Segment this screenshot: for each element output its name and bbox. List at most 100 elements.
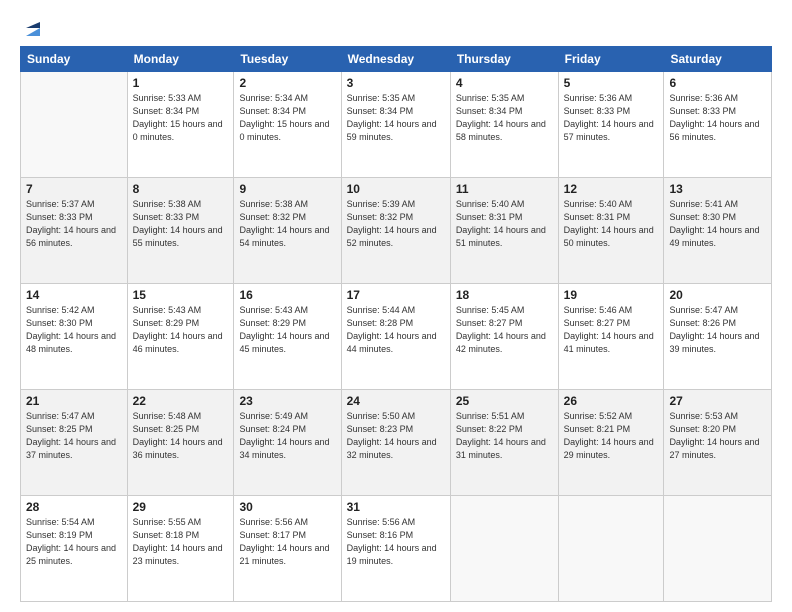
calendar-cell: 31 Sunrise: 5:56 AM Sunset: 8:16 PM Dayli…	[341, 496, 450, 602]
day-number: 6	[669, 76, 766, 90]
day-number: 4	[456, 76, 553, 90]
day-info: Sunrise: 5:39 AM Sunset: 8:32 PM Dayligh…	[347, 198, 445, 250]
day-info: Sunrise: 5:52 AM Sunset: 8:21 PM Dayligh…	[564, 410, 659, 462]
calendar-cell: 6 Sunrise: 5:36 AM Sunset: 8:33 PM Daylig…	[664, 72, 772, 178]
weekday-header-saturday: Saturday	[664, 47, 772, 72]
day-info: Sunrise: 5:56 AM Sunset: 8:16 PM Dayligh…	[347, 516, 445, 568]
day-number: 26	[564, 394, 659, 408]
week-row-4: 21 Sunrise: 5:47 AM Sunset: 8:25 PM Dayli…	[21, 390, 772, 496]
day-info: Sunrise: 5:43 AM Sunset: 8:29 PM Dayligh…	[133, 304, 229, 356]
day-number: 3	[347, 76, 445, 90]
week-row-1: 1 Sunrise: 5:33 AM Sunset: 8:34 PM Daylig…	[21, 72, 772, 178]
day-number: 31	[347, 500, 445, 514]
day-number: 22	[133, 394, 229, 408]
weekday-header-friday: Friday	[558, 47, 664, 72]
day-info: Sunrise: 5:47 AM Sunset: 8:26 PM Dayligh…	[669, 304, 766, 356]
weekday-header-tuesday: Tuesday	[234, 47, 341, 72]
day-number: 5	[564, 76, 659, 90]
calendar-cell	[664, 496, 772, 602]
weekday-header-wednesday: Wednesday	[341, 47, 450, 72]
day-number: 14	[26, 288, 122, 302]
day-number: 7	[26, 182, 122, 196]
calendar-cell: 27Sunrise: 5:53 AM Sunset: 8:20 PM Dayli…	[664, 390, 772, 496]
day-info: Sunrise: 5:45 AM Sunset: 8:27 PM Dayligh…	[456, 304, 553, 356]
calendar-cell: 4 Sunrise: 5:35 AM Sunset: 8:34 PM Daylig…	[450, 72, 558, 178]
day-info: Sunrise: 5:46 AM Sunset: 8:27 PM Dayligh…	[564, 304, 659, 356]
calendar-cell: 21 Sunrise: 5:47 AM Sunset: 8:25 PM Dayli…	[21, 390, 128, 496]
calendar-cell	[558, 496, 664, 602]
calendar-cell	[450, 496, 558, 602]
day-info: Sunrise: 5:56 AM Sunset: 8:17 PM Dayligh…	[239, 516, 335, 568]
calendar-cell	[21, 72, 128, 178]
day-number: 18	[456, 288, 553, 302]
calendar-cell: 23 Sunrise: 5:49 AM Sunset: 8:24 PM Dayli…	[234, 390, 341, 496]
calendar-cell: 10Sunrise: 5:39 AM Sunset: 8:32 PM Dayli…	[341, 178, 450, 284]
calendar-cell: 25Sunrise: 5:51 AM Sunset: 8:22 PM Dayli…	[450, 390, 558, 496]
day-info: Sunrise: 5:38 AM Sunset: 8:33 PM Dayligh…	[133, 198, 229, 250]
day-number: 30	[239, 500, 335, 514]
weekday-header-sunday: Sunday	[21, 47, 128, 72]
day-info: Sunrise: 5:40 AM Sunset: 8:31 PM Dayligh…	[456, 198, 553, 250]
weekday-header-monday: Monday	[127, 47, 234, 72]
day-number: 28	[26, 500, 122, 514]
day-info: Sunrise: 5:55 AM Sunset: 8:18 PM Dayligh…	[133, 516, 229, 568]
page: SundayMondayTuesdayWednesdayThursdayFrid…	[0, 0, 792, 612]
day-info: Sunrise: 5:54 AM Sunset: 8:19 PM Dayligh…	[26, 516, 122, 568]
day-number: 21	[26, 394, 122, 408]
day-number: 27	[669, 394, 766, 408]
day-number: 29	[133, 500, 229, 514]
calendar-cell: 16Sunrise: 5:43 AM Sunset: 8:29 PM Dayli…	[234, 284, 341, 390]
calendar-cell: 15 Sunrise: 5:43 AM Sunset: 8:29 PM Dayli…	[127, 284, 234, 390]
calendar-cell: 1 Sunrise: 5:33 AM Sunset: 8:34 PM Daylig…	[127, 72, 234, 178]
day-info: Sunrise: 5:48 AM Sunset: 8:25 PM Dayligh…	[133, 410, 229, 462]
calendar-cell: 11 Sunrise: 5:40 AM Sunset: 8:31 PM Dayli…	[450, 178, 558, 284]
day-info: Sunrise: 5:51 AM Sunset: 8:22 PM Dayligh…	[456, 410, 553, 462]
logo-icon	[22, 18, 44, 40]
calendar-cell: 29 Sunrise: 5:55 AM Sunset: 8:18 PM Dayli…	[127, 496, 234, 602]
calendar-cell: 30 Sunrise: 5:56 AM Sunset: 8:17 PM Dayli…	[234, 496, 341, 602]
calendar-cell: 2 Sunrise: 5:34 AM Sunset: 8:34 PM Daylig…	[234, 72, 341, 178]
weekday-header-row: SundayMondayTuesdayWednesdayThursdayFrid…	[21, 47, 772, 72]
calendar-cell: 18 Sunrise: 5:45 AM Sunset: 8:27 PM Dayli…	[450, 284, 558, 390]
calendar-cell: 26 Sunrise: 5:52 AM Sunset: 8:21 PM Dayli…	[558, 390, 664, 496]
day-number: 20	[669, 288, 766, 302]
day-number: 8	[133, 182, 229, 196]
day-number: 19	[564, 288, 659, 302]
day-info: Sunrise: 5:35 AM Sunset: 8:34 PM Dayligh…	[347, 92, 445, 144]
calendar-cell: 14 Sunrise: 5:42 AM Sunset: 8:30 PM Dayli…	[21, 284, 128, 390]
day-number: 17	[347, 288, 445, 302]
day-info: Sunrise: 5:50 AM Sunset: 8:23 PM Dayligh…	[347, 410, 445, 462]
calendar-cell: 5 Sunrise: 5:36 AM Sunset: 8:33 PM Daylig…	[558, 72, 664, 178]
day-number: 15	[133, 288, 229, 302]
day-number: 11	[456, 182, 553, 196]
day-number: 23	[239, 394, 335, 408]
day-info: Sunrise: 5:43 AM Sunset: 8:29 PM Dayligh…	[239, 304, 335, 356]
day-number: 12	[564, 182, 659, 196]
week-row-3: 14 Sunrise: 5:42 AM Sunset: 8:30 PM Dayli…	[21, 284, 772, 390]
day-number: 13	[669, 182, 766, 196]
day-info: Sunrise: 5:34 AM Sunset: 8:34 PM Dayligh…	[239, 92, 335, 144]
day-info: Sunrise: 5:35 AM Sunset: 8:34 PM Dayligh…	[456, 92, 553, 144]
week-row-5: 28 Sunrise: 5:54 AM Sunset: 8:19 PM Dayli…	[21, 496, 772, 602]
day-info: Sunrise: 5:38 AM Sunset: 8:32 PM Dayligh…	[239, 198, 335, 250]
day-number: 24	[347, 394, 445, 408]
calendar-cell: 17Sunrise: 5:44 AM Sunset: 8:28 PM Dayli…	[341, 284, 450, 390]
calendar: SundayMondayTuesdayWednesdayThursdayFrid…	[20, 46, 772, 602]
day-number: 2	[239, 76, 335, 90]
day-info: Sunrise: 5:41 AM Sunset: 8:30 PM Dayligh…	[669, 198, 766, 250]
day-info: Sunrise: 5:36 AM Sunset: 8:33 PM Dayligh…	[564, 92, 659, 144]
day-info: Sunrise: 5:36 AM Sunset: 8:33 PM Dayligh…	[669, 92, 766, 144]
calendar-cell: 19 Sunrise: 5:46 AM Sunset: 8:27 PM Dayli…	[558, 284, 664, 390]
calendar-cell: 24 Sunrise: 5:50 AM Sunset: 8:23 PM Dayli…	[341, 390, 450, 496]
day-info: Sunrise: 5:42 AM Sunset: 8:30 PM Dayligh…	[26, 304, 122, 356]
day-info: Sunrise: 5:33 AM Sunset: 8:34 PM Dayligh…	[133, 92, 229, 144]
calendar-cell: 9Sunrise: 5:38 AM Sunset: 8:32 PM Daylig…	[234, 178, 341, 284]
calendar-cell: 13 Sunrise: 5:41 AM Sunset: 8:30 PM Dayli…	[664, 178, 772, 284]
day-info: Sunrise: 5:47 AM Sunset: 8:25 PM Dayligh…	[26, 410, 122, 462]
day-info: Sunrise: 5:40 AM Sunset: 8:31 PM Dayligh…	[564, 198, 659, 250]
day-info: Sunrise: 5:49 AM Sunset: 8:24 PM Dayligh…	[239, 410, 335, 462]
calendar-cell: 12 Sunrise: 5:40 AM Sunset: 8:31 PM Dayli…	[558, 178, 664, 284]
day-info: Sunrise: 5:37 AM Sunset: 8:33 PM Dayligh…	[26, 198, 122, 250]
day-number: 1	[133, 76, 229, 90]
calendar-cell: 3 Sunrise: 5:35 AM Sunset: 8:34 PM Daylig…	[341, 72, 450, 178]
